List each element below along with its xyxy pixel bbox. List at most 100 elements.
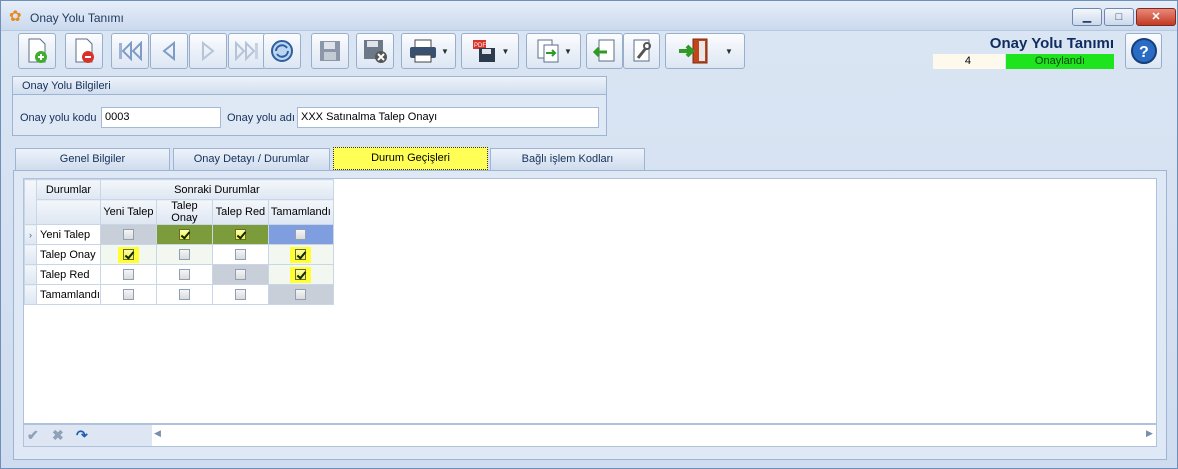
save-close-button[interactable] xyxy=(356,33,394,69)
row-indicator-header xyxy=(24,179,37,225)
refresh-button[interactable] xyxy=(263,33,301,69)
save-icon xyxy=(320,41,340,61)
pdf-export-button[interactable]: PDF ▼ xyxy=(461,33,519,69)
grid-cell[interactable] xyxy=(155,264,213,285)
grid-cell[interactable] xyxy=(99,244,157,265)
previous-record-button[interactable] xyxy=(150,33,188,69)
checkbox[interactable] xyxy=(234,249,246,261)
name-input[interactable]: XXX Satınalma Talep Onayı xyxy=(297,107,599,128)
checkbox[interactable] xyxy=(122,249,134,261)
grid-cell[interactable] xyxy=(267,244,334,265)
chevron-down-icon: ▼ xyxy=(725,46,733,56)
import-icon xyxy=(592,39,614,62)
next-record-button[interactable] xyxy=(189,33,227,69)
tools-button[interactable] xyxy=(623,33,660,69)
help-button[interactable]: ? xyxy=(1125,33,1162,69)
chevron-down-icon: ▼ xyxy=(441,46,449,56)
accept-icon[interactable]: ✔ xyxy=(27,427,39,444)
butterfly-app-icon: ✿ xyxy=(9,8,22,25)
exit-door-icon xyxy=(679,38,708,64)
checkbox[interactable] xyxy=(234,229,246,241)
grid-cell[interactable] xyxy=(155,224,213,245)
transition-grid: Durumlar Sonraki Durumlar Yeni Talep Tal… xyxy=(23,178,1157,424)
pdf-export-icon: PDF xyxy=(472,40,495,62)
table-row[interactable]: Talep Onay xyxy=(24,244,334,265)
first-record-button[interactable] xyxy=(111,33,149,69)
last-record-button[interactable] xyxy=(228,33,266,69)
row-indicator xyxy=(24,284,37,305)
tools-icon xyxy=(633,39,651,62)
group-title: Onay Yolu Bilgileri xyxy=(13,77,606,95)
tab-status-transitions[interactable]: Durum Geçişleri xyxy=(333,147,488,170)
delete-button[interactable] xyxy=(65,33,103,69)
column-header-request-approve[interactable]: Talep Onay xyxy=(155,199,213,225)
checkbox[interactable] xyxy=(178,269,190,281)
save-close-icon xyxy=(364,40,387,63)
table-row[interactable]: Tamamlandı xyxy=(24,284,334,305)
grid-cell[interactable] xyxy=(211,284,269,305)
maximize-button[interactable]: □ xyxy=(1104,8,1134,26)
document-transfer-icon xyxy=(537,39,559,63)
checkbox[interactable] xyxy=(234,289,246,301)
grid-cell[interactable] xyxy=(267,224,334,245)
grid-cell[interactable] xyxy=(211,244,269,265)
row-indicator xyxy=(24,244,37,265)
grid-cell[interactable] xyxy=(99,224,157,245)
column-header-new-request[interactable]: Yeni Talep xyxy=(99,199,157,225)
scroll-right-icon[interactable]: ▶ xyxy=(1146,428,1153,439)
scroll-left-icon[interactable]: ◀ xyxy=(154,428,161,439)
svg-text:?: ? xyxy=(1139,44,1149,61)
checkbox[interactable] xyxy=(295,229,307,241)
grid-cell[interactable] xyxy=(267,284,334,305)
grid-cell[interactable] xyxy=(211,224,269,245)
row-indicator xyxy=(24,264,37,285)
status-badge: Onaylandı xyxy=(1006,54,1114,69)
tab-linked-codes[interactable]: Bağlı işlem Kodları xyxy=(490,148,645,170)
import-button[interactable] xyxy=(586,33,623,69)
grid-cell[interactable] xyxy=(155,284,213,305)
checkbox[interactable] xyxy=(178,249,190,261)
tab-general-info[interactable]: Genel Bilgiler xyxy=(15,148,170,170)
close-button[interactable]: ✕ xyxy=(1136,8,1176,26)
table-row[interactable]: Talep Red xyxy=(24,264,334,285)
document-transfer-button[interactable]: ▼ xyxy=(526,33,581,69)
checkbox[interactable] xyxy=(178,229,190,241)
row-name: Yeni Talep xyxy=(36,224,101,245)
next-record-icon xyxy=(202,41,215,61)
code-input[interactable]: 0003 xyxy=(101,107,221,128)
checkbox[interactable] xyxy=(295,289,307,301)
refresh-icon xyxy=(271,40,293,62)
checkbox[interactable] xyxy=(178,289,190,301)
new-button[interactable] xyxy=(18,33,56,69)
column-header-completed[interactable]: Tamamlandı xyxy=(267,199,334,225)
grid-cell[interactable] xyxy=(99,284,157,305)
grid-cell[interactable] xyxy=(99,264,157,285)
checkbox[interactable] xyxy=(295,269,307,281)
checkbox[interactable] xyxy=(234,269,246,281)
exit-button[interactable]: ▼ xyxy=(665,33,745,69)
checkbox[interactable] xyxy=(122,269,134,281)
minimize-button[interactable]: ▁ xyxy=(1072,8,1102,26)
column-header-blank xyxy=(36,199,101,225)
navigator-buttons: ✔ ✖ ↷ xyxy=(24,425,152,446)
checkbox[interactable] xyxy=(295,249,307,261)
approval-path-info-group: Onay Yolu Bilgileri Onay yolu kodu 0003 … xyxy=(12,76,607,136)
grid-cell[interactable] xyxy=(155,244,213,265)
tab-approval-detail[interactable]: Onay Detayı / Durumlar xyxy=(173,148,330,170)
checkbox[interactable] xyxy=(122,289,134,301)
current-row-indicator: › xyxy=(24,224,37,245)
grid-cell[interactable] xyxy=(267,264,334,285)
table-row[interactable]: › Yeni Talep xyxy=(24,224,334,245)
grid-cell[interactable] xyxy=(211,264,269,285)
horizontal-scrollbar[interactable]: ◀ ▶ xyxy=(154,428,1154,443)
print-button[interactable]: ▼ xyxy=(401,33,456,69)
column-header-states: Durumlar xyxy=(36,179,101,200)
column-header-request-reject[interactable]: Talep Red xyxy=(211,199,269,225)
save-button[interactable] xyxy=(311,33,349,69)
cancel-icon[interactable]: ✖ xyxy=(52,427,64,444)
checkbox[interactable] xyxy=(122,229,134,241)
undo-icon[interactable]: ↷ xyxy=(76,427,88,444)
delete-document-icon xyxy=(75,38,94,63)
window-title: Onay Yolu Tanımı xyxy=(30,11,124,25)
record-number: 4 xyxy=(933,54,1005,69)
